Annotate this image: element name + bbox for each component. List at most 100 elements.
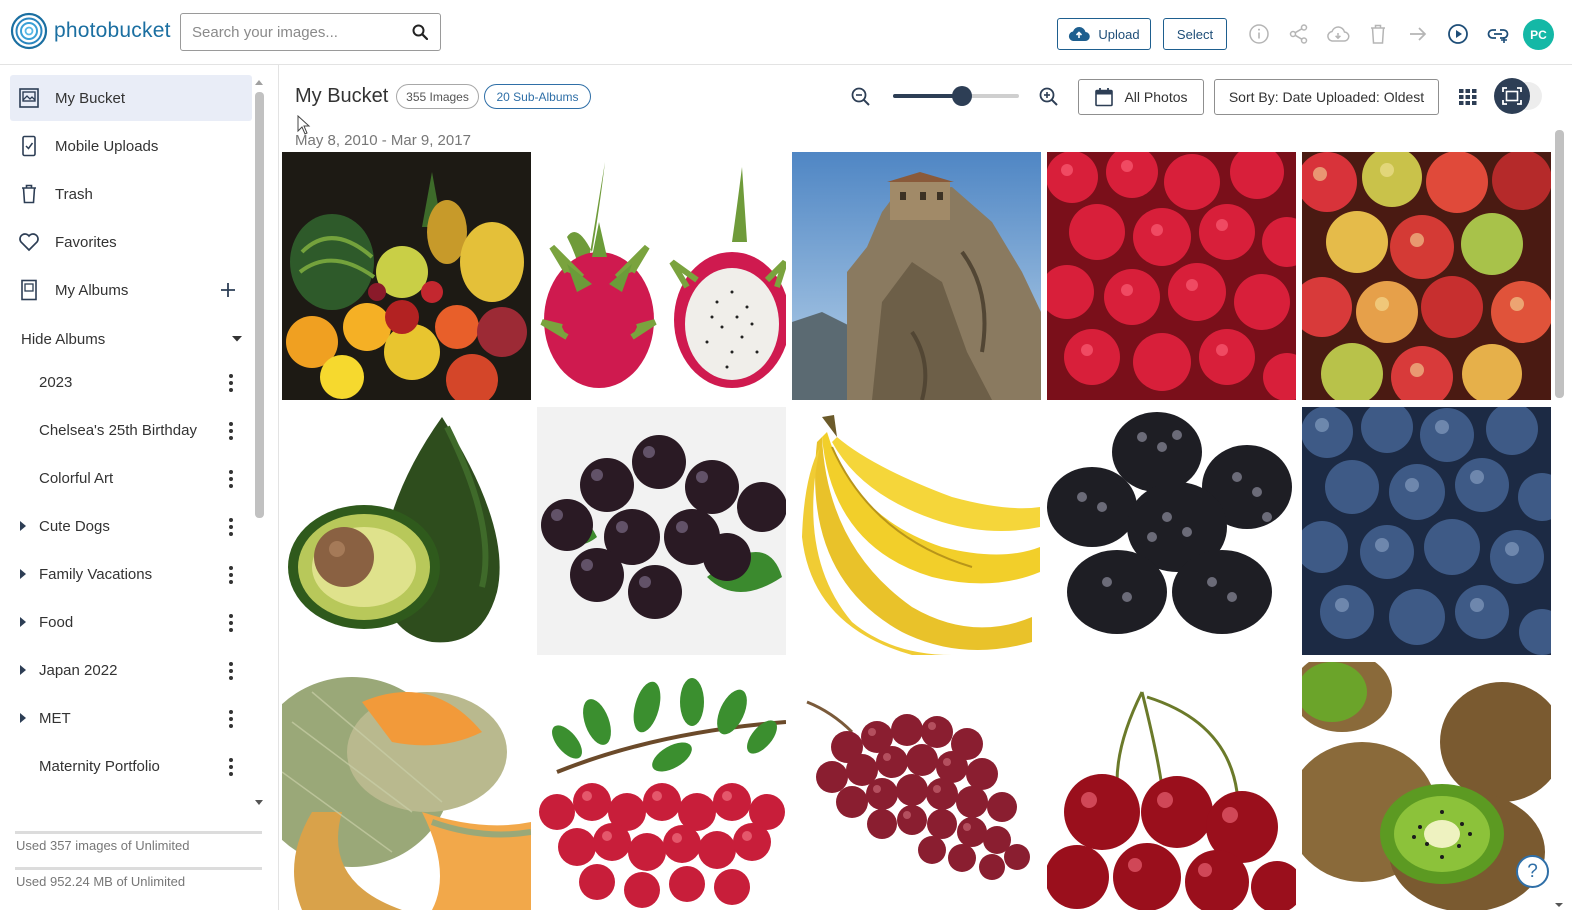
upload-button[interactable]: Upload — [1057, 18, 1151, 50]
sidebar-album-item[interactable]: MET — [0, 696, 252, 742]
photo-blueberries[interactable] — [1302, 407, 1551, 655]
album-label: Maternity Portfolio — [39, 758, 160, 775]
fullscreen-icon — [1494, 78, 1530, 114]
sidebar-item-label: Favorites — [55, 233, 117, 251]
search-icon[interactable] — [412, 24, 428, 40]
subalbum-count-badge[interactable]: 20 Sub-Albums — [484, 84, 591, 109]
album-label: Colorful Art — [39, 470, 114, 487]
sort-label: Sort By: Date Uploaded: Oldest — [1228, 89, 1425, 105]
top-bar: photobucket Upload Select PC — [0, 0, 1572, 65]
photo-mixed-fruit[interactable] — [282, 152, 531, 400]
albums-icon — [18, 279, 40, 301]
photo-cranberries[interactable] — [537, 662, 786, 910]
sidebar-item-label: Trash — [55, 185, 93, 203]
photo-cantaloupe[interactable] — [282, 662, 531, 910]
caret-right-icon[interactable] — [19, 521, 27, 531]
sidebar-album-item[interactable]: Japan 2022 — [0, 648, 252, 694]
search-input[interactable] — [192, 14, 412, 50]
sidebar: My Bucket Mobile Uploads Trash Favorites… — [0, 65, 279, 910]
zoom-in-icon[interactable] — [1038, 86, 1060, 108]
sidebar-album-item[interactable]: Colorful Art — [0, 456, 252, 502]
caret-right-icon[interactable] — [19, 713, 27, 723]
photo-avocado[interactable] — [282, 407, 531, 655]
usage-storage: Used 952.24 MB of Unlimited — [16, 874, 186, 889]
more-options-icon[interactable] — [226, 756, 236, 778]
move-icon[interactable] — [1406, 22, 1430, 46]
upload-label: Upload — [1098, 26, 1140, 42]
album-label: 2023 — [39, 374, 73, 391]
page-title: My Bucket — [295, 85, 389, 107]
sidebar-item-my-bucket[interactable]: My Bucket — [10, 75, 252, 121]
more-options-icon[interactable] — [226, 468, 236, 490]
caret-right-icon[interactable] — [19, 569, 27, 579]
grid-view-icon[interactable] — [1458, 87, 1478, 107]
date-range: May 8, 2010 - Mar 9, 2017 — [295, 132, 471, 149]
album-label: Family Vacations — [39, 566, 153, 583]
slideshow-icon[interactable] — [1446, 22, 1470, 46]
photo-kiwis[interactable] — [1302, 662, 1551, 910]
photo-apples[interactable] — [1302, 152, 1551, 400]
sort-button[interactable]: Sort By: Date Uploaded: Oldest — [1214, 79, 1439, 115]
more-options-icon[interactable] — [226, 516, 236, 538]
more-options-icon[interactable] — [226, 372, 236, 394]
add-album-icon[interactable] — [218, 280, 238, 300]
avatar[interactable]: PC — [1523, 19, 1554, 50]
share-icon[interactable] — [1287, 22, 1311, 46]
image-count-badge: 355 Images — [396, 84, 479, 109]
photo-grapes[interactable] — [792, 662, 1041, 910]
select-button[interactable]: Select — [1163, 18, 1227, 50]
link-icon[interactable] — [1486, 22, 1510, 46]
sidebar-album-item[interactable]: Maternity Portfolio — [0, 744, 252, 790]
sidebar-item-my-albums[interactable]: My Albums — [10, 267, 252, 313]
more-options-icon[interactable] — [226, 708, 236, 730]
photo-dragon-fruit[interactable] — [537, 152, 786, 400]
caret-right-icon[interactable] — [19, 665, 27, 675]
hide-albums-label: Hide Albums — [21, 330, 106, 348]
heart-icon — [18, 231, 40, 253]
trash-icon[interactable] — [1366, 22, 1390, 46]
usage-images: Used 357 images of Unlimited — [16, 838, 190, 853]
zoom-out-icon[interactable] — [850, 86, 872, 108]
sidebar-album-item[interactable]: Food — [0, 600, 252, 646]
zoom-slider[interactable] — [893, 86, 1019, 106]
sidebar-album-item[interactable]: Chelsea's 25th Birthday — [0, 408, 252, 454]
photo-bananas[interactable] — [792, 407, 1041, 655]
sidebar-item-label: My Bucket — [55, 89, 126, 107]
sidebar-item-mobile-uploads[interactable]: Mobile Uploads — [10, 123, 252, 169]
hide-albums-toggle[interactable]: Hide Albums — [21, 327, 243, 351]
more-options-icon[interactable] — [226, 420, 236, 442]
more-options-icon[interactable] — [226, 564, 236, 586]
sidebar-album-item[interactable]: Family Vacations — [0, 552, 252, 598]
caret-down-icon — [232, 336, 242, 342]
more-options-icon[interactable] — [226, 612, 236, 634]
fullscreen-toggle[interactable] — [1494, 78, 1542, 114]
trash-icon — [18, 183, 40, 205]
photo-acai-berries[interactable] — [537, 407, 786, 655]
sidebar-item-favorites[interactable]: Favorites — [10, 219, 252, 265]
sidebar-album-item[interactable]: 2023 — [0, 360, 252, 406]
logo[interactable]: photobucket — [10, 12, 171, 50]
photo-raspberries[interactable] — [1047, 152, 1296, 400]
photo-blackberries[interactable] — [1047, 407, 1296, 655]
calendar-icon — [1095, 88, 1114, 107]
download-icon[interactable] — [1326, 22, 1350, 46]
sidebar-item-label: Mobile Uploads — [55, 137, 159, 155]
photo-cherries[interactable] — [1047, 662, 1296, 910]
sidebar-scroll-thumb[interactable] — [255, 92, 264, 518]
sidebar-item-trash[interactable]: Trash — [10, 171, 252, 217]
my-bucket-icon — [18, 87, 40, 109]
usage-divider — [15, 831, 262, 834]
help-button[interactable]: ? — [1516, 855, 1549, 888]
select-label: Select — [1176, 26, 1214, 42]
usage-divider — [15, 867, 262, 870]
all-photos-button[interactable]: All Photos — [1078, 79, 1204, 115]
album-label: Food — [39, 614, 74, 631]
more-options-icon[interactable] — [226, 660, 236, 682]
photo-cliff-monastery[interactable] — [792, 152, 1041, 400]
main-scroll-thumb[interactable] — [1555, 130, 1564, 398]
caret-right-icon[interactable] — [19, 617, 27, 627]
album-label: Cute Dogs — [39, 518, 110, 535]
zoom-slider-knob[interactable] — [952, 86, 973, 106]
info-icon[interactable] — [1247, 22, 1271, 46]
sidebar-album-item[interactable]: Cute Dogs — [0, 504, 252, 550]
